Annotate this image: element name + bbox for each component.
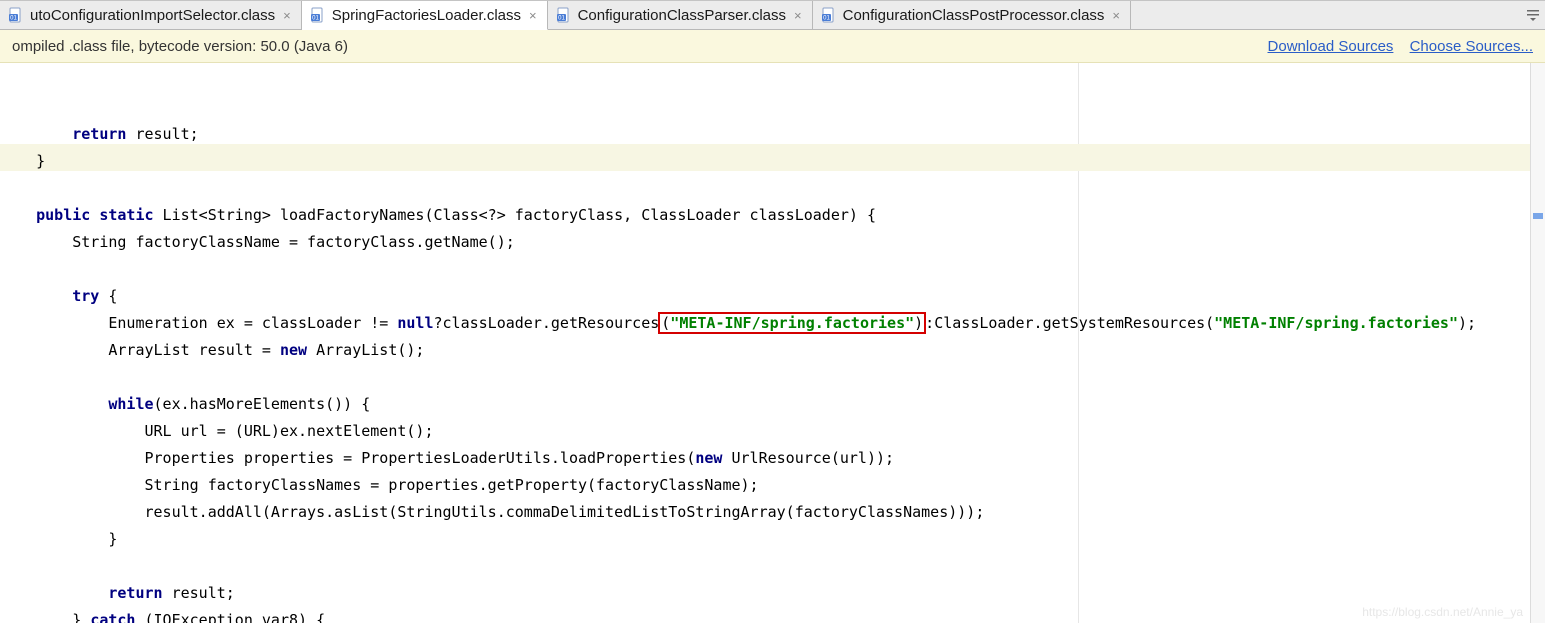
svg-text:01: 01 [558, 16, 565, 22]
close-icon[interactable]: × [281, 8, 293, 23]
svg-text:01: 01 [823, 16, 830, 22]
banner-links: Download Sources Choose Sources... [1256, 38, 1533, 55]
code-editor[interactable]: return result; } public static List<Stri… [0, 63, 1545, 623]
tab-label: utoConfigurationImportSelector.class [30, 7, 275, 24]
close-icon[interactable]: × [792, 8, 804, 23]
decompiled-banner: ompiled .class file, bytecode version: 5… [0, 30, 1545, 63]
marker[interactable] [1533, 213, 1543, 219]
banner-message: ompiled .class file, bytecode version: 5… [12, 38, 348, 55]
tab-label: ConfigurationClassParser.class [578, 7, 786, 24]
tab-auto-config-import-selector[interactable]: 01 utoConfigurationImportSelector.class … [0, 1, 302, 29]
tab-label: ConfigurationClassPostProcessor.class [843, 7, 1105, 24]
highlighted-string-box: ("META-INF/spring.factories") [658, 312, 926, 334]
tab-bar: 01 utoConfigurationImportSelector.class … [0, 1, 1545, 30]
close-icon[interactable]: × [527, 8, 539, 23]
class-file-icon: 01 [310, 7, 326, 23]
code-content: return result; } public static List<Stri… [0, 63, 1545, 623]
svg-text:01: 01 [312, 16, 319, 22]
watermark: https://blog.csdn.net/Annie_ya [1362, 605, 1523, 619]
class-file-icon: 01 [8, 7, 24, 23]
class-file-icon: 01 [556, 7, 572, 23]
tab-configuration-class-post-processor[interactable]: 01 ConfigurationClassPostProcessor.class… [813, 1, 1131, 29]
close-icon[interactable]: × [1110, 8, 1122, 23]
tab-configuration-class-parser[interactable]: 01 ConfigurationClassParser.class × [548, 1, 813, 29]
choose-sources-link[interactable]: Choose Sources... [1410, 38, 1533, 55]
tab-spring-factories-loader[interactable]: 01 SpringFactoriesLoader.class × [302, 1, 548, 30]
download-sources-link[interactable]: Download Sources [1268, 38, 1394, 55]
tabs-overflow-icon[interactable] [1521, 1, 1545, 29]
overview-ruler[interactable] [1530, 63, 1545, 623]
class-file-icon: 01 [821, 7, 837, 23]
svg-text:01: 01 [10, 16, 17, 22]
tab-label: SpringFactoriesLoader.class [332, 7, 521, 24]
